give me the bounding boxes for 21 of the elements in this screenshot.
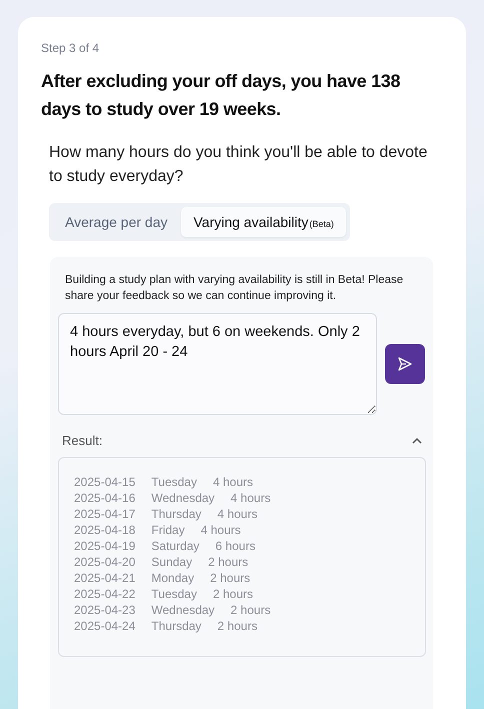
beta-notice: Building a study plan with varying availability is still in Beta! Please share your feedback so we can continue improving it. — [65, 273, 404, 304]
chevron-icon — [411, 436, 423, 444]
result-row: 2025-04-17 Thursday 4 hours — [74, 506, 258, 522]
step-indicator: Step 3 of 4 — [41, 41, 100, 55]
result-row: 2025-04-15 Tuesday 4 hours — [74, 474, 254, 490]
question-text: How many hours do you think you'll be able to devote to study everyday? — [49, 143, 428, 187]
tab[interactable]: Average per day — [53, 207, 180, 237]
result-label: Result: — [62, 433, 102, 448]
send-icon — [397, 356, 414, 372]
result-row: 2025-04-16 Wednesday 4 hours — [74, 490, 271, 506]
input-field[interactable]: 4 hours everyday, but 6 on weekends. Only 2 hours April 20 - 24 — [58, 313, 378, 415]
result-row: 2025-04-21 Monday 2 hours — [74, 570, 250, 586]
result-row: 2025-04-22 Tuesday 2 hours — [74, 586, 254, 602]
result-row: 2025-04-18 Friday 4 hours — [74, 522, 241, 538]
result-row: 2025-04-24 Thursday 2 hours — [74, 618, 258, 634]
result-row: 2025-04-20 Sunday 2 hours — [74, 554, 248, 570]
result-row: 2025-04-19 Saturday 6 hours — [74, 538, 256, 554]
tab[interactable]: Varying availability(Beta) — [181, 207, 346, 237]
result-row: 2025-04-23 Wednesday 2 hours — [74, 602, 271, 618]
send-button[interactable] — [385, 344, 425, 384]
heading: After excluding your off days, you have 138 days to study over 19 weeks. — [41, 70, 402, 121]
